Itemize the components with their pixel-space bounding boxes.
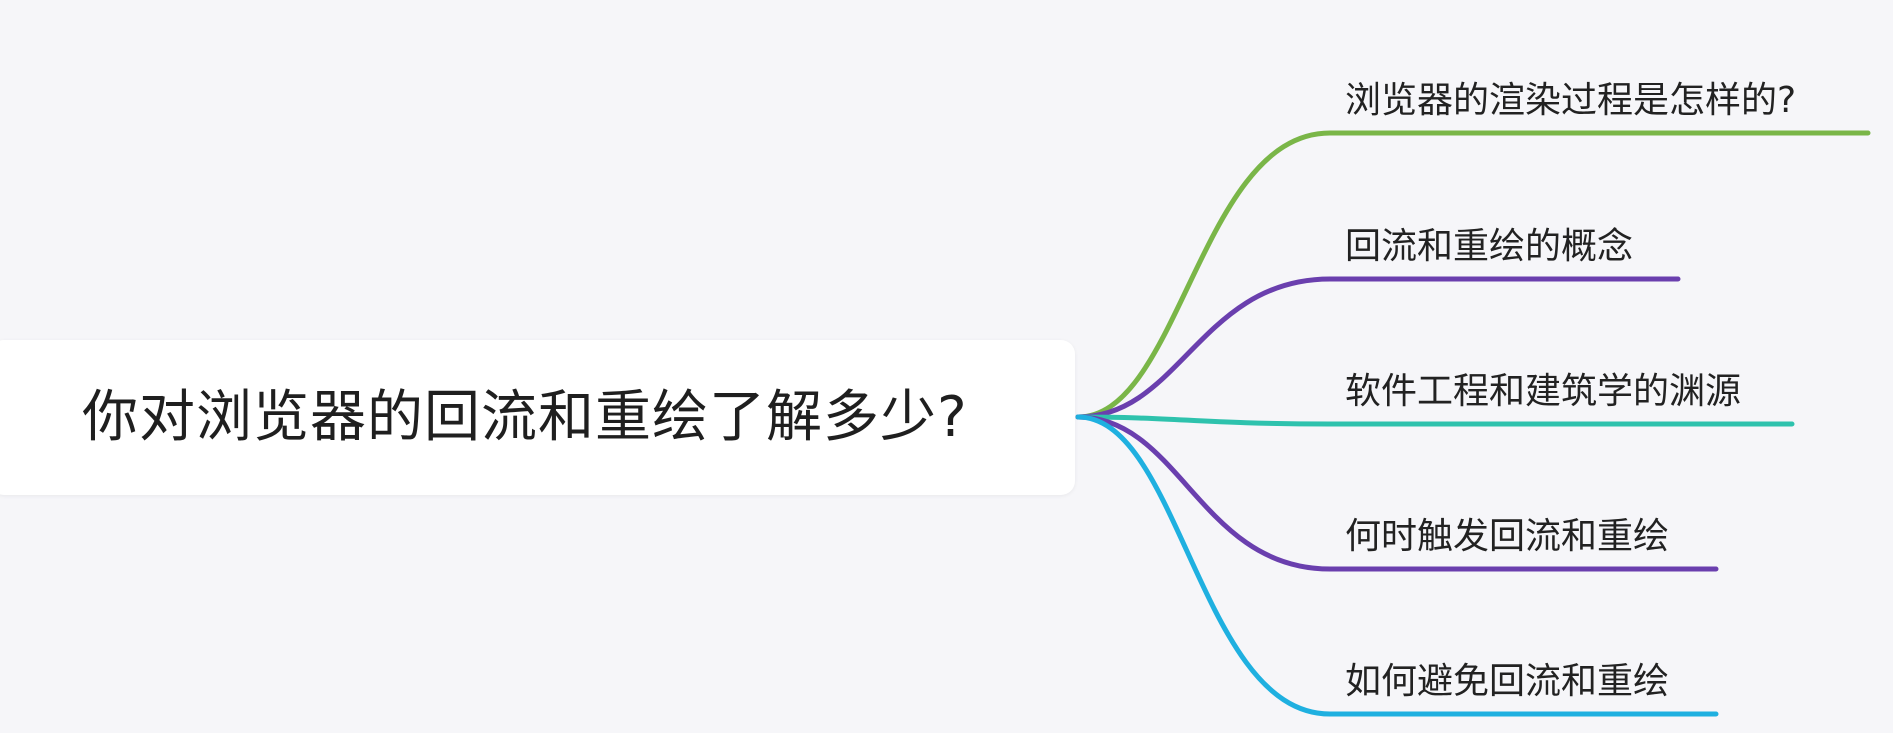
branch-topic-2[interactable]: 回流和重绘的概念 [1345,225,1633,269]
branch-topic-4[interactable]: 何时触发回流和重绘 [1345,515,1669,559]
root-topic-text: 你对浏览器的回流和重绘了解多少? [82,385,968,450]
branch-connector-3 [1075,414,1795,427]
branch-topic-1[interactable]: 浏览器的渲染过程是怎样的? [1345,79,1796,123]
branch-topic-3[interactable]: 软件工程和建筑学的渊源 [1345,370,1741,414]
branch-topic-5[interactable]: 如何避免回流和重绘 [1345,660,1669,704]
